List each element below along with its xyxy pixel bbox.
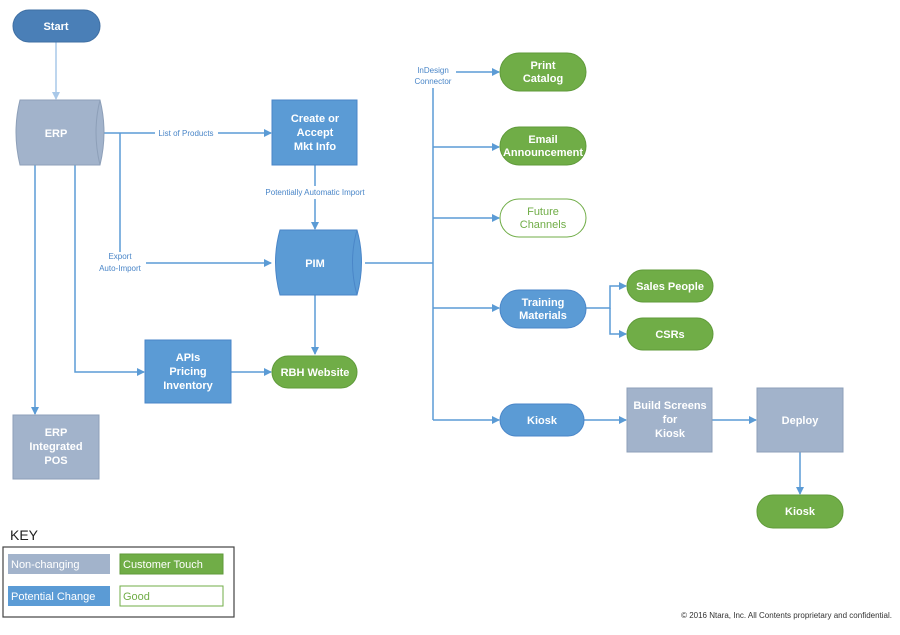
svg-text:for: for	[663, 414, 678, 426]
node-sales-people[interactable]: Sales People	[626, 269, 714, 303]
svg-text:Channels: Channels	[520, 219, 567, 231]
svg-text:Kiosk: Kiosk	[655, 428, 686, 440]
svg-text:Kiosk: Kiosk	[527, 415, 558, 427]
key-customer-touch: Customer Touch	[123, 559, 203, 571]
node-build-screens[interactable]: Build Screens for Kiosk	[626, 387, 713, 453]
svg-text:Build Screens: Build Screens	[633, 400, 706, 412]
svg-text:Catalog: Catalog	[523, 73, 563, 85]
node-apis[interactable]: APIs Pricing Inventory	[144, 339, 232, 404]
svg-text:CSRs: CSRs	[655, 329, 684, 341]
key-potential-change: Potential Change	[11, 591, 95, 603]
node-start[interactable]: Start	[12, 9, 101, 43]
edge-label-potentially-automatic-import: Potentially Automatic Import	[265, 188, 365, 197]
key-legend: Non-changing Customer Touch Potential Ch…	[2, 546, 235, 618]
svg-text:Sales People: Sales People	[636, 281, 704, 293]
node-kiosk-green[interactable]: Kiosk	[756, 494, 844, 529]
key-good: Good	[123, 591, 150, 603]
edge-label-export: Export	[108, 252, 132, 261]
key-title: KEY	[10, 527, 39, 543]
node-erp-integrated-pos[interactable]: ERP Integrated POS	[12, 414, 100, 480]
svg-text:Materials: Materials	[519, 310, 567, 322]
svg-text:ERP: ERP	[45, 128, 68, 140]
edge-label-connector: Connector	[415, 77, 452, 86]
node-erp[interactable]: ERP	[15, 99, 105, 166]
node-email-announcement[interactable]: Email Announcement	[499, 126, 587, 166]
svg-text:Mkt Info: Mkt Info	[294, 141, 336, 153]
node-deploy[interactable]: Deploy	[756, 387, 844, 453]
svg-text:PIM: PIM	[305, 258, 325, 270]
svg-text:Announcement: Announcement	[503, 147, 583, 159]
node-kiosk-blue[interactable]: Kiosk	[499, 403, 585, 437]
node-create-mkt-info[interactable]: Create or Accept Mkt Info	[271, 99, 358, 166]
svg-text:Start: Start	[43, 21, 68, 33]
node-rbh-website[interactable]: RBH Website	[271, 355, 358, 389]
svg-text:APIs: APIs	[176, 352, 200, 364]
svg-text:Create or: Create or	[291, 113, 340, 125]
flow-diagram: List of Products Potentially Automatic I…	[2, 9, 844, 618]
svg-text:Print: Print	[530, 60, 555, 72]
svg-text:Future: Future	[527, 206, 559, 218]
to-csrs	[609, 308, 627, 338]
svg-text:ERP: ERP	[45, 427, 68, 439]
node-training-materials[interactable]: Training Materials	[499, 289, 587, 329]
svg-text:Kiosk: Kiosk	[785, 506, 816, 518]
edge-label-indesign: InDesign	[417, 66, 449, 75]
edge-label-list-of-products: List of Products	[158, 129, 213, 138]
svg-text:Email: Email	[528, 134, 557, 146]
node-future-channels[interactable]: Future Channels	[499, 198, 587, 238]
svg-text:Integrated: Integrated	[29, 441, 82, 453]
node-csrs[interactable]: CSRs	[626, 317, 714, 351]
edge-label-auto-import: Auto-Import	[99, 264, 142, 273]
svg-text:RBH Website: RBH Website	[281, 367, 350, 379]
svg-text:Training: Training	[522, 297, 565, 309]
copyright-footer: © 2016 Ntara, Inc. All Contents propriet…	[681, 611, 892, 620]
svg-text:Deploy: Deploy	[782, 415, 820, 427]
key-non-changing: Non-changing	[11, 559, 80, 571]
svg-text:Accept: Accept	[297, 127, 334, 139]
svg-text:POS: POS	[44, 455, 67, 467]
svg-text:Pricing: Pricing	[169, 366, 206, 378]
node-pim[interactable]: PIM	[275, 229, 362, 296]
to-sales	[586, 282, 627, 309]
svg-text:Inventory: Inventory	[163, 380, 213, 392]
node-print-catalog[interactable]: Print Catalog	[499, 52, 587, 92]
